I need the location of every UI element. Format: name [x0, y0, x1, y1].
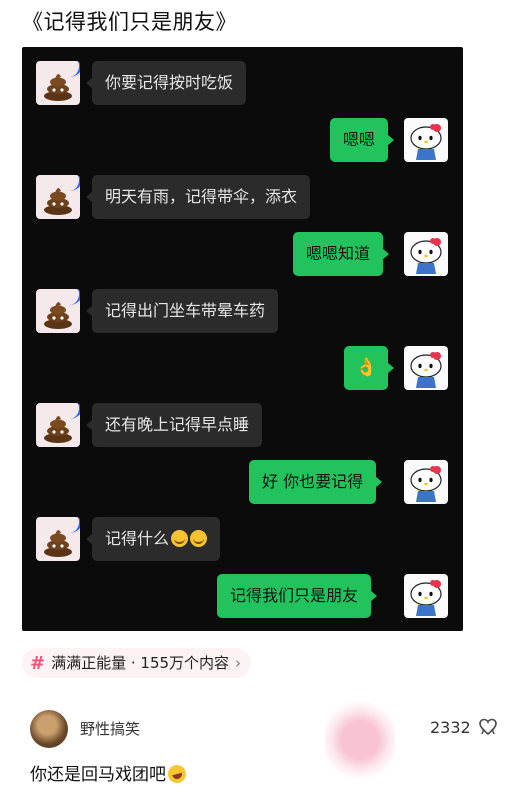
hello-kitty-avatar [404, 346, 448, 390]
message-bubble: 记得什么 [85, 517, 221, 561]
commenter-avatar[interactable] [30, 710, 68, 748]
message-bubble: 还有晚上记得早点睡 [85, 403, 263, 447]
poop-avatar [36, 175, 80, 219]
poop-avatar [36, 403, 80, 447]
smiling-face-icon [171, 530, 189, 547]
hashtag-icon: # [30, 653, 46, 674]
ok-hand-icon: 👌 [355, 357, 378, 378]
commenter-username[interactable]: 野性搞笑 [80, 718, 140, 739]
message-bubble: 嗯嗯知道 [293, 232, 390, 276]
like-count: 2332 [430, 718, 471, 737]
poop-avatar [36, 61, 80, 105]
hello-kitty-icon [410, 580, 442, 616]
hello-kitty-avatar [404, 574, 448, 618]
hello-kitty-avatar [404, 118, 448, 162]
message-bubble: 你要记得按时吃饭 [85, 61, 247, 105]
chevron-right-icon: › [235, 654, 242, 672]
topic-label: 满满正能量 · 155万个内容 [51, 654, 230, 672]
poop-avatar [36, 289, 80, 333]
message-bubble: 嗯嗯 [330, 118, 395, 162]
hello-kitty-icon [410, 352, 442, 388]
comment-text: 你还是回马戏团吧 [30, 760, 189, 786]
message-bubble: 明天有雨，记得带伞，添衣 [85, 175, 311, 219]
message-bubble: 记得我们只是朋友 [217, 574, 378, 618]
hello-kitty-avatar [404, 232, 448, 276]
blurred-image [325, 700, 395, 780]
hello-kitty-icon [410, 124, 442, 160]
message-bubble: 记得出门坐车带晕车药 [85, 289, 279, 333]
message-bubble: 👌 [344, 346, 395, 390]
message-text: 记得什么 [105, 529, 170, 548]
rolling-laughing-icon [165, 762, 189, 786]
chat-screenshot: 你要记得按时吃饭 嗯嗯 明天有雨，记得带伞，添衣 嗯嗯知道 记得出门坐车带晕车药… [22, 47, 463, 631]
message-bubble: 好 你也要记得 [249, 460, 383, 504]
hello-kitty-icon [410, 238, 442, 274]
topic-tag[interactable]: # 满满正能量 · 155万个内容 › [22, 648, 252, 678]
post-title: 《记得我们只是朋友》 [22, 10, 237, 34]
comment-body: 你还是回马戏团吧 [30, 765, 166, 785]
hello-kitty-avatar [404, 460, 448, 504]
smiling-face-icon [190, 530, 208, 547]
like-icon[interactable] [478, 717, 498, 737]
hello-kitty-icon [410, 466, 442, 502]
poop-avatar [36, 517, 80, 561]
